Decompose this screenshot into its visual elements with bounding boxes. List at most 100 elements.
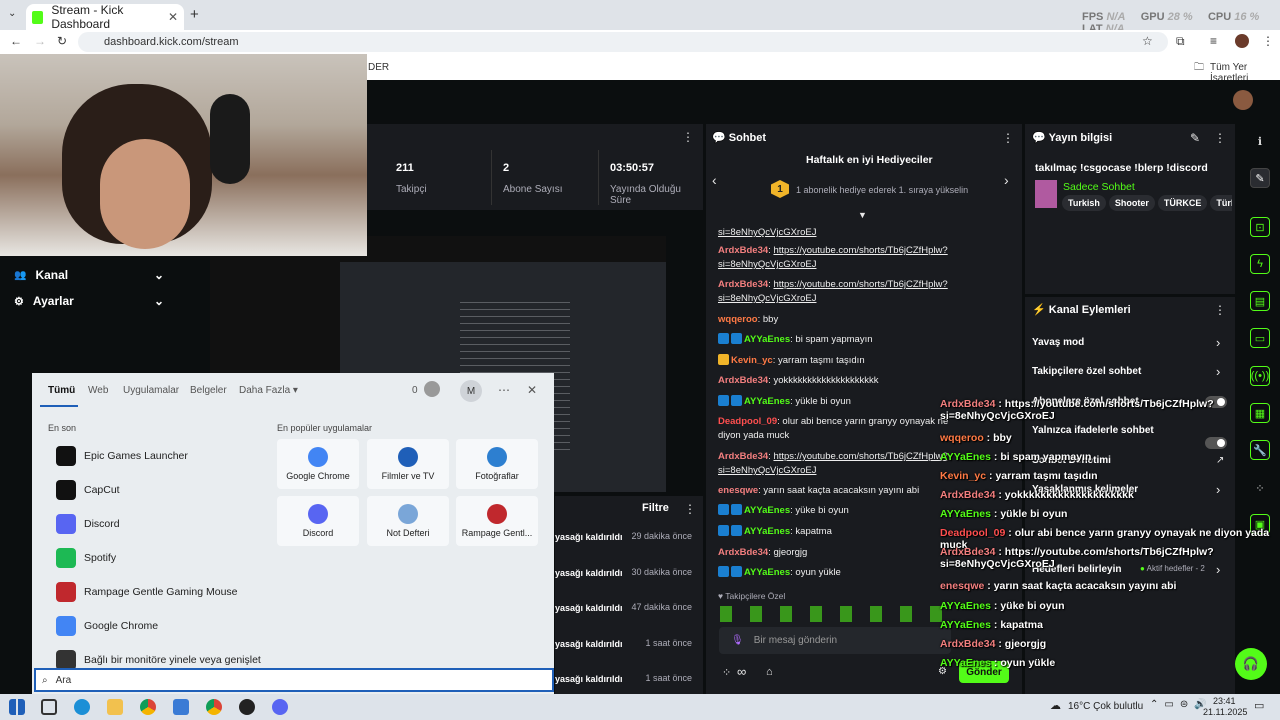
clock-date[interactable]: 21.11.2025 (1203, 707, 1247, 717)
tab-web[interactable]: Web (88, 385, 108, 396)
chat-username[interactable]: AYYaEnes (744, 567, 790, 578)
discord-icon (56, 514, 76, 534)
user-avatar[interactable] (1233, 90, 1253, 110)
chat-text[interactable]: si=8eNhyQcVjcGXroEJ (718, 227, 816, 238)
emote-button-icon[interactable]: ⁘ (722, 666, 731, 679)
pencil-rail-icon[interactable]: ✎ (1250, 168, 1270, 188)
bookmark-fragment[interactable]: DER (368, 62, 389, 73)
chat-username[interactable]: wqqeroo (718, 314, 758, 325)
chevron-right-icon[interactable]: › (1216, 335, 1220, 350)
stream-info-menu-icon[interactable]: ⋮ (1214, 131, 1226, 145)
recent-app-item[interactable]: Epic Games Launcher (56, 441, 266, 471)
chat-input[interactable]: 🎙 Bir mesaj gönderin (719, 627, 951, 654)
recent-app-item[interactable]: Rampage Gentle Gaming Mouse (56, 577, 266, 607)
stats-menu-icon[interactable]: ⋮ (682, 130, 694, 144)
popular-app-tile[interactable]: Rampage Gentl... (456, 496, 538, 546)
broadcast-rail-icon[interactable]: ((•)) (1250, 366, 1270, 386)
windows-start-icon[interactable] (9, 699, 25, 715)
reload-icon[interactable]: ↻ (57, 34, 67, 48)
chrome-profile-icon[interactable] (206, 699, 222, 715)
channel-actions-menu-icon[interactable]: ⋮ (1214, 303, 1226, 317)
recent-app-item[interactable]: Discord (56, 509, 266, 539)
chat-menu-icon[interactable]: ⋮ (1002, 131, 1014, 145)
chat-rail-icon[interactable]: ▭ (1250, 328, 1270, 348)
chat-username[interactable]: Deadpool_09 (718, 416, 777, 427)
close-tab-icon[interactable]: ✕ (168, 10, 178, 24)
chat-username[interactable]: AYYaEnes (744, 396, 790, 407)
filter-button[interactable]: Filtre (642, 502, 669, 514)
lightning-rail-icon[interactable]: ϟ (1250, 254, 1270, 274)
popular-app-tile[interactable]: Filmler ve TV (367, 439, 449, 489)
start-search-input[interactable]: ⌕ Ara (34, 668, 554, 692)
chat-username[interactable]: AYYaEnes (744, 334, 790, 345)
more-options-icon[interactable]: ⋯ (498, 383, 510, 397)
tag[interactable]: Shooter (1108, 195, 1155, 211)
clipboard-rail-icon[interactable]: ▤ (1250, 291, 1270, 311)
mic-icon[interactable]: 🎙 (731, 635, 744, 646)
sidebar-item-ayarlar[interactable]: ⚙ Ayarlar ⌄ (14, 294, 164, 308)
infinity-icon[interactable]: ∞ (737, 664, 746, 679)
chrome-icon[interactable] (140, 699, 156, 715)
tab-apps[interactable]: Uygulamalar (123, 385, 179, 396)
chevron-right-icon[interactable]: › (1004, 172, 1009, 188)
trophy-icon[interactable] (424, 381, 440, 397)
shop-icon[interactable]: ⌂ (766, 666, 773, 678)
sidebar-item-kanal[interactable]: 👥 Kanal ⌄ (14, 268, 164, 282)
chat-username[interactable]: ArdxBde34 (718, 375, 768, 386)
file-explorer-icon[interactable] (107, 699, 123, 715)
popular-app-tile[interactable]: Not Defteri (367, 496, 449, 546)
extensions-icon[interactable]: ⧉ (1176, 34, 1185, 49)
channel-action-item[interactable]: Yavaş mod (1032, 337, 1084, 348)
app-icon[interactable] (173, 699, 189, 715)
notification-icon[interactable]: ▭ (1254, 699, 1264, 712)
chat-username[interactable]: ArdxBde34 (718, 547, 768, 558)
account-avatar[interactable]: M (460, 380, 482, 402)
chat-username[interactable]: Kevin_yc (731, 355, 773, 366)
url-input[interactable]: dashboard.kick.com/stream (78, 32, 1168, 52)
popular-app-tile[interactable]: Fotoğraflar (456, 439, 538, 489)
chat-username[interactable]: AYYaEnes (744, 505, 790, 516)
info-rail-icon[interactable]: ℹ (1250, 131, 1270, 151)
tag[interactable]: Türk (1210, 195, 1232, 211)
browser-tab[interactable]: Stream - Kick Dashboard ✕ (26, 3, 184, 31)
profile-avatar[interactable] (1235, 34, 1249, 48)
channel-action-item[interactable]: Takipçilere özel sohbet (1032, 366, 1141, 377)
chevron-left-icon[interactable]: ‹ (712, 172, 717, 188)
popular-app-tile[interactable]: Discord (277, 496, 359, 546)
edit-icon[interactable]: ✎ (1190, 131, 1200, 145)
weather-text[interactable]: 16°C Çok bulutlu (1068, 701, 1143, 712)
activity-menu-icon[interactable]: ⋮ (684, 502, 696, 516)
popular-app-tile[interactable]: Google Chrome (277, 439, 359, 489)
recent-app-item[interactable]: Spotify (56, 543, 266, 573)
edge-icon[interactable] (74, 699, 90, 715)
overlay-text: yükle bi oyun (1000, 508, 1068, 520)
chevron-right-icon[interactable]: › (1216, 364, 1220, 379)
forward-icon[interactable]: → (34, 34, 46, 48)
tab-docs[interactable]: Belgeler (190, 385, 227, 396)
crop-rail-icon[interactable]: ⊡ (1250, 217, 1270, 237)
category-name[interactable]: Sadece Sohbet (1063, 181, 1135, 193)
recent-app-item[interactable]: CapCut (56, 475, 266, 505)
tab-more[interactable]: Daha Fazla ▾ (239, 385, 298, 396)
chat-username[interactable]: AYYaEnes (744, 526, 790, 537)
menu-icon[interactable]: ⋮ (1262, 34, 1274, 48)
tab-search-icon[interactable]: ⌄ (8, 8, 16, 19)
tab-all[interactable]: Tümü (48, 385, 75, 396)
recent-app-item[interactable]: Google Chrome (56, 611, 266, 641)
tag[interactable]: Turkish (1062, 195, 1106, 211)
epic-icon[interactable] (239, 699, 255, 715)
bookmark-star-icon[interactable]: ☆ (1142, 34, 1153, 48)
app-icon-2[interactable] (272, 699, 288, 715)
new-tab-button[interactable]: + (190, 6, 199, 23)
media-icon[interactable]: ≡ (1210, 34, 1217, 48)
chat-username[interactable]: ArdxBde34 (718, 245, 768, 256)
chat-username[interactable]: enesqwe (718, 485, 758, 496)
clock-time[interactable]: 23:41 (1213, 696, 1236, 706)
back-icon[interactable]: ← (10, 34, 22, 48)
tag[interactable]: TÜRKCE (1157, 195, 1208, 211)
overlay-colon: : (1005, 527, 1015, 539)
close-icon[interactable]: ✕ (527, 383, 537, 397)
chat-username[interactable]: ArdxBde34 (718, 279, 768, 290)
chat-username[interactable]: ArdxBde34 (718, 451, 768, 462)
task-view-icon[interactable] (41, 699, 57, 715)
